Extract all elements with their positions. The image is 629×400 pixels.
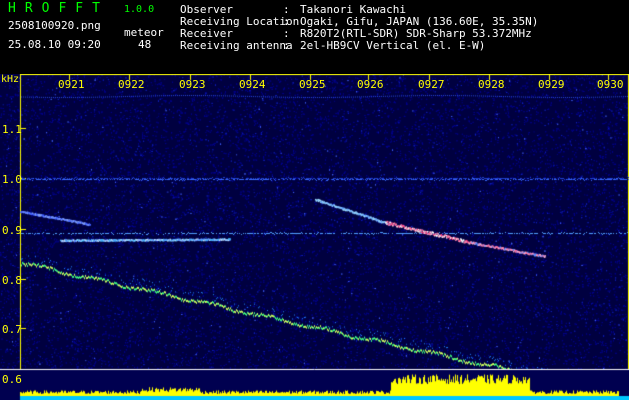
x-tick-label: 0925 <box>299 78 326 91</box>
x-tick-label: 0922 <box>118 78 145 91</box>
y-tick-label: 1.0 <box>2 173 22 186</box>
y-axis-unit: kHz <box>1 74 20 85</box>
field-separator: : <box>283 39 290 52</box>
file-name: 2508100920.png <box>8 19 101 32</box>
x-tick-label: 0928 <box>478 78 505 91</box>
spectrogram-canvas <box>0 74 629 400</box>
y-tick-label: 0.9 <box>2 224 22 237</box>
x-tick-label: 0929 <box>538 78 565 91</box>
app-version: 1.0.0 <box>124 4 155 15</box>
field-label-antenna: Receiving antenna <box>180 39 293 52</box>
x-tick-label: 0930 <box>597 78 624 91</box>
y-tick-label: 0.6 <box>2 373 22 386</box>
x-tick-label: 0924 <box>239 78 266 91</box>
x-tick-label: 0927 <box>418 78 445 91</box>
y-tick-label: 0.8 <box>2 274 22 287</box>
timestamp: 25.08.10 09:20 <box>8 38 101 51</box>
y-tick-label: 0.7 <box>2 323 22 336</box>
x-tick-label: 0921 <box>58 78 85 91</box>
y-tick-label: 1.1 <box>2 123 22 136</box>
header-panel: HROFFT 1.0.0 2508100920.png 25.08.10 09:… <box>0 0 629 72</box>
spectrogram-window: HROFFT 1.0.0 2508100920.png 25.08.10 09:… <box>0 0 629 400</box>
app-brand: HROFFT <box>8 1 109 16</box>
x-tick-label: 0926 <box>357 78 384 91</box>
x-tick-label: 0923 <box>179 78 206 91</box>
meteor-count: 48 <box>138 38 152 51</box>
field-value-antenna: 2el-HB9CV Vertical (el. E-W) <box>300 39 486 52</box>
